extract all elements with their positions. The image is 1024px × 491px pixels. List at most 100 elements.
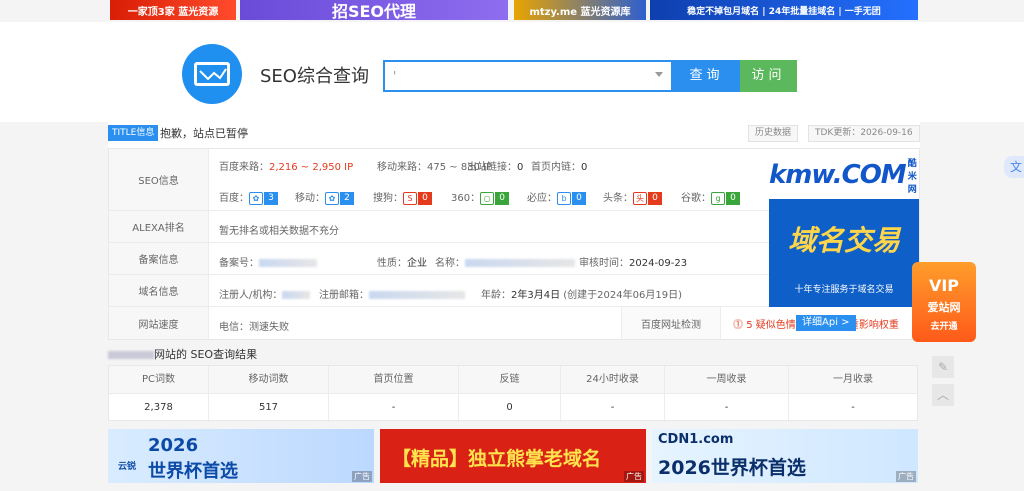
registrant-label: 注册人/机构：: [219, 290, 283, 301]
outbound-links: 出站链接：0: [467, 158, 523, 173]
icp-number-label: 备案号：: [219, 258, 259, 269]
arrow-up-icon[interactable]: ︿: [932, 384, 954, 406]
val-24h-index: -: [561, 394, 665, 422]
kmw-brand-sub: 酷米网: [907, 158, 917, 195]
visit-button[interactable]: 访问: [740, 60, 797, 92]
kmw-headline: 域名交易: [787, 224, 900, 257]
weight-baidu-label: 百度：: [219, 193, 249, 204]
weight-toutiao[interactable]: 头条：头 0: [603, 189, 662, 205]
pencil-icon[interactable]: ✎: [932, 356, 954, 378]
side-tools: ✎ ︿: [932, 356, 956, 412]
home-links-label: 首页内链：: [531, 162, 581, 173]
alexa-label: ALEXA排名: [109, 211, 209, 242]
tdk-update-button[interactable]: TDK更新：2026-09-16: [808, 125, 920, 142]
bottom-ad-2[interactable]: 【精品】独立熊掌老域名 广告: [380, 429, 646, 483]
val-mobile-words[interactable]: 517: [209, 394, 329, 422]
weight-toutiao-value: 0: [648, 191, 662, 205]
360-icon: ○: [480, 191, 495, 205]
weight-mobile[interactable]: 移动： ✿ 2: [295, 189, 354, 205]
kmw-brand-text: kmw.COM: [769, 160, 907, 190]
translate-icon[interactable]: 文: [1004, 156, 1024, 178]
domain-created: (创建于2024年06月19日): [563, 290, 682, 301]
val-week-index: -: [665, 394, 789, 422]
icp-number[interactable]: 备案号：: [219, 254, 317, 269]
seo-label: SEO信息: [109, 149, 209, 210]
icp-nature: 性质：企业: [377, 254, 427, 269]
weight-sogou[interactable]: 搜狗： S 0: [373, 189, 432, 205]
site-title: SEO综合查询: [260, 66, 369, 87]
col-pc-words: PC词数: [109, 366, 209, 394]
result-title-text: 网站的 SEO查询结果: [154, 348, 258, 361]
reg-email: 注册邮箱：: [319, 286, 465, 301]
top-ad-2-text: 招SEO代理: [331, 2, 417, 20]
logo[interactable]: [182, 44, 242, 104]
weight-bing-value: 0: [572, 191, 586, 205]
sogou-icon: S: [403, 191, 417, 205]
result-title: 网站的 SEO查询结果: [108, 346, 257, 362]
home-links-value[interactable]: 0: [581, 162, 587, 173]
bottom-ad-1-year: 2026: [148, 435, 199, 456]
top-ad-2[interactable]: 招SEO代理: [240, 0, 508, 20]
registrant-redacted: [282, 291, 311, 299]
registrant: 注册人/机构：: [219, 286, 311, 301]
bottom-ad-3-brand: CDN1.com: [658, 432, 734, 447]
monitor-chart-icon: [194, 62, 230, 86]
right-ad-kmw[interactable]: kmw.COM 酷米网 域名交易 十年专注服务于域名交易: [769, 151, 919, 307]
weight-360-value: 0: [495, 191, 510, 205]
weight-sogou-label: 搜狗：: [373, 193, 403, 204]
top-ad-4[interactable]: 稳定不掉包月域名 | 24年批量挂域名 | 一手无团: [650, 0, 918, 20]
vip-cta: 去开通: [930, 322, 958, 332]
top-ad-3[interactable]: mtzy.me 蓝光资源库: [514, 0, 646, 20]
reg-email-redacted[interactable]: [369, 291, 465, 299]
kmw-brand: kmw.COM 酷米网: [769, 151, 919, 199]
home-links: 首页内链：0: [531, 158, 587, 173]
title-tag: TITLE信息: [108, 125, 159, 141]
vip-title: VIP: [928, 276, 960, 295]
warning-icon: ⓵: [733, 320, 747, 331]
paw-icon: ✿: [249, 191, 263, 205]
baidu-source-label: 百度来路：: [219, 162, 269, 173]
val-pc-words[interactable]: 2,378: [109, 394, 209, 422]
icp-label: 备案信息: [109, 243, 209, 274]
top-ad-4-text: 稳定不掉包月域名 | 24年批量挂域名 | 一手无团: [687, 6, 881, 17]
top-ad-3-text: mtzy.me 蓝光资源库: [529, 6, 631, 18]
weight-baidu-value: 3: [264, 191, 278, 205]
col-24h-index: 24小时收录: [561, 366, 665, 394]
title-row: TITLE信息 抱歉，站点已暂停 历史数据 TDK更新：2026-09-16: [108, 122, 920, 148]
history-data-button[interactable]: 历史数据: [748, 125, 799, 142]
icp-name: 名称：: [435, 254, 575, 269]
outbound-value[interactable]: 0: [517, 162, 523, 173]
weight-google-label: 谷歌：: [681, 193, 711, 204]
results-table: PC词数 移动词数 首页位置 反链 24小时收录 一周收录 一月收录 2,378…: [108, 365, 918, 422]
ad-mark: 广告: [352, 471, 372, 482]
weight-360-label: 360：: [451, 193, 481, 204]
toutiao-icon: 头: [633, 191, 647, 205]
weight-google[interactable]: 谷歌： g 0: [681, 189, 740, 205]
bottom-ad-1[interactable]: 云锐 2026 世界杯首选 广告: [108, 429, 374, 483]
weight-360[interactable]: 360： ○ 0: [451, 189, 510, 205]
vip-badge[interactable]: VIP 爱站网 去开通: [912, 262, 976, 342]
bottom-ad-3[interactable]: CDN1.com 2026世界杯首选 广告: [652, 429, 918, 483]
search-input[interactable]: ': [383, 60, 673, 92]
paw-icon: ✿: [325, 191, 339, 205]
top-ad-1[interactable]: 一家顶3家 蓝光资源: [110, 0, 236, 20]
ad-mark: 广告: [896, 471, 916, 482]
top-ad-strip: 一家顶3家 蓝光资源 招SEO代理 mtzy.me 蓝光资源库 稳定不掉包月域名…: [0, 0, 1024, 22]
query-button[interactable]: 查询: [673, 60, 740, 92]
results-header: PC词数 移动词数 首页位置 反链 24小时收录 一周收录 一月收录: [109, 366, 917, 394]
chevron-down-icon[interactable]: [655, 72, 663, 77]
baidu-source-value[interactable]: 2,216 ~ 2,950 IP: [269, 162, 353, 173]
google-icon: g: [711, 191, 725, 205]
vip-sub: 爱站网: [927, 301, 961, 314]
weight-bing[interactable]: 必应： b 0: [527, 189, 586, 205]
weight-baidu[interactable]: 百度： ✿ 3: [219, 189, 278, 205]
domain-age-value: 2年3月4日: [511, 290, 561, 301]
weight-sogou-value: 0: [418, 191, 432, 205]
api-button[interactable]: 详细Api >: [796, 315, 856, 331]
icp-name-label: 名称：: [435, 258, 465, 269]
val-backlinks[interactable]: 0: [459, 394, 561, 422]
icp-nature-label: 性质：: [377, 258, 407, 269]
col-month-index: 一月收录: [833, 374, 873, 385]
icp-audit-label: 审核时间：: [579, 258, 629, 269]
col-home-position: 首页位置: [329, 366, 459, 394]
